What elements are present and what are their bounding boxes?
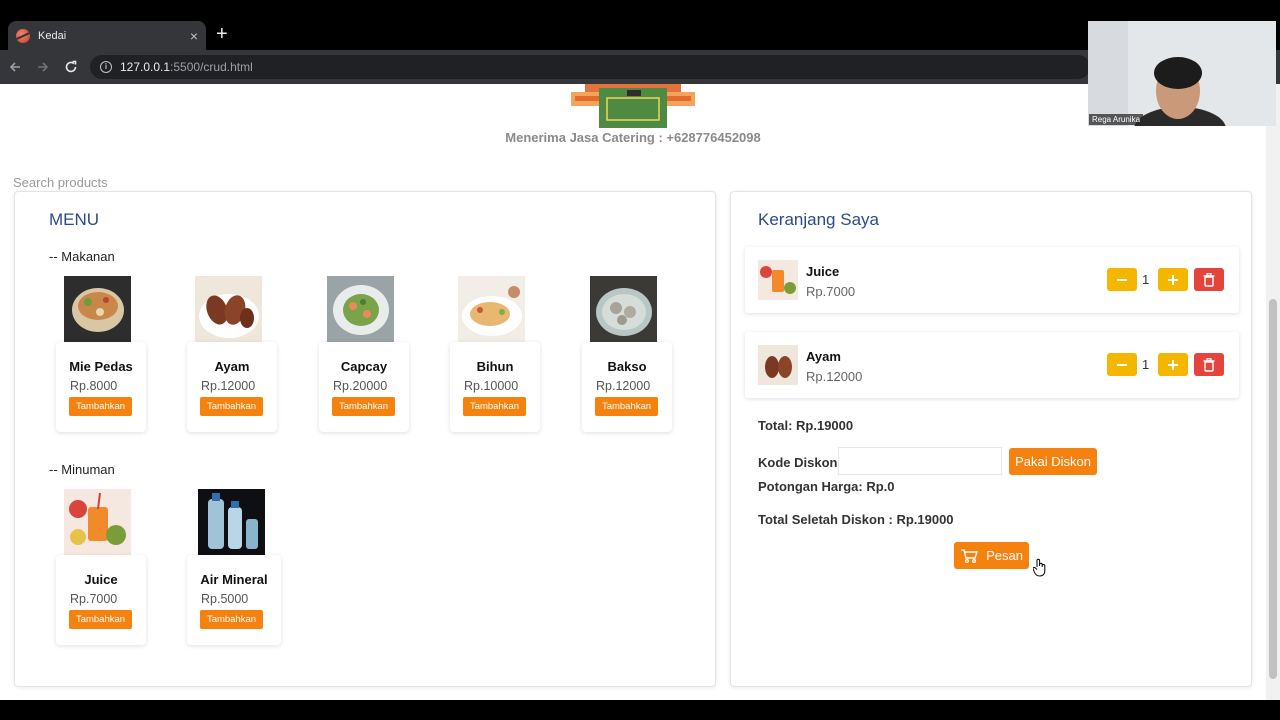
cart-item-qty: 1: [1142, 357, 1150, 372]
forward-icon[interactable]: [30, 54, 56, 80]
product-price: Rp.20000: [333, 379, 388, 393]
bakso-image: [590, 276, 657, 342]
url-host: 127.0.0.1: [120, 60, 171, 74]
product-price: Rp.12000: [201, 379, 256, 393]
juice-image: [64, 489, 131, 555]
mie-pedas-image: [64, 276, 131, 342]
product-name: Ayam: [214, 359, 250, 374]
menu-title: MENU: [49, 210, 100, 229]
plus-icon: [1168, 274, 1178, 285]
total-after-discount: Total Seletah Diskon : Rp.19000: [758, 512, 954, 527]
product-name: Juice: [84, 572, 118, 587]
remove-item-button[interactable]: [1194, 268, 1224, 291]
product-price: Rp.8000: [70, 379, 118, 393]
trash-icon: [1203, 357, 1215, 372]
cart-item-price: Rp.12000: [806, 369, 863, 384]
add-button-juice[interactable]: Tambahkan: [69, 610, 132, 629]
product-card-body: Air Mineral Rp.5000 Tambahkan: [187, 555, 281, 645]
minus-icon: [1117, 278, 1127, 281]
catering-info: Menerima Jasa Catering : +628776452098: [505, 130, 761, 145]
browser-tab[interactable]: Kedai ×: [8, 21, 206, 50]
hand-cursor-icon: [1033, 558, 1046, 577]
product-card-body: Bihun Rp.10000 Tambahkan: [450, 342, 540, 432]
product-name: Bihun: [476, 359, 514, 374]
increase-qty-button[interactable]: [1158, 353, 1188, 376]
order-button[interactable]: Pesan: [954, 542, 1029, 569]
product-price: Rp.12000: [596, 379, 651, 393]
favicon-icon: [16, 28, 30, 43]
add-button-capcay[interactable]: Tambahkan: [332, 397, 395, 416]
product-name: Air Mineral: [200, 572, 268, 587]
plus-icon: [1168, 359, 1178, 370]
trash-icon: [1203, 272, 1215, 287]
product-card-body: Ayam Rp.12000 Tambahkan: [187, 342, 277, 432]
search-input[interactable]: [13, 173, 313, 191]
section-label-makanan: -- Makanan: [49, 249, 115, 264]
increase-qty-button[interactable]: [1158, 268, 1188, 291]
air-mineral-image: [198, 489, 265, 555]
remove-item-button[interactable]: [1194, 353, 1224, 376]
ayam-thumb-image: [758, 345, 798, 385]
product-card-body: Bakso Rp.12000 Tambahkan: [582, 342, 672, 432]
back-icon[interactable]: [2, 54, 28, 80]
cart-total: Total: Rp.19000: [758, 418, 854, 433]
order-button-label: Pesan: [986, 548, 1023, 563]
product-card-body: Mie Pedas Rp.8000 Tambahkan: [56, 342, 146, 432]
product-name: Bakso: [607, 359, 647, 374]
add-button-mie-pedas[interactable]: Tambahkan: [69, 397, 132, 416]
site-info-icon[interactable]: i: [100, 61, 112, 73]
webcam-name-label: Rega Arunika: [1089, 114, 1144, 125]
product-card-body: Capcay Rp.20000 Tambahkan: [319, 342, 409, 432]
decrease-qty-button[interactable]: [1107, 353, 1137, 376]
cart-item-name: Ayam: [806, 349, 841, 364]
add-button-ayam[interactable]: Tambahkan: [200, 397, 263, 416]
page-scrollbar[interactable]: [1266, 84, 1280, 700]
section-label-minuman: -- Minuman: [49, 462, 115, 477]
address-bar[interactable]: i 127.0.0.1 :5500/crud.html: [90, 55, 1090, 79]
add-button-air-mineral[interactable]: Tambahkan: [200, 610, 263, 629]
discount-code-input[interactable]: [838, 447, 1002, 475]
ayam-image: [195, 276, 262, 342]
cart-item-juice: Juice Rp.7000 1: [745, 247, 1239, 313]
minus-icon: [1117, 363, 1127, 366]
tab-close-icon[interactable]: ×: [190, 29, 198, 43]
cart-icon: [961, 548, 979, 563]
cart-item-price: Rp.7000: [806, 284, 856, 299]
product-name: Capcay: [340, 359, 388, 374]
person-video-image: [1088, 21, 1276, 126]
tab-title: Kedai: [38, 29, 67, 42]
cart-item-name: Juice: [806, 264, 840, 279]
product-price: Rp.10000: [464, 379, 519, 393]
webcam-overlay: Rega Arunika: [1088, 21, 1276, 126]
screen-bottom-bar: [0, 700, 1280, 720]
shop-logo: [571, 84, 695, 128]
cart-panel: Keranjang Saya Juice Rp.7000 1 Ayam Rp.1…: [730, 191, 1252, 687]
new-tab-icon[interactable]: +: [216, 24, 228, 44]
url-path: :5500/crud.html: [170, 60, 253, 74]
product-card-body: Juice Rp.7000 Tambahkan: [56, 555, 146, 645]
menu-panel: MENU -- Makanan Mie Pedas Rp.8000 Tambah…: [14, 191, 716, 687]
product-price: Rp.5000: [201, 592, 249, 606]
product-price: Rp.7000: [70, 592, 118, 606]
discount-amount: Potongan Harga: Rp.0: [758, 479, 895, 494]
discount-label: Kode Diskon:: [758, 455, 842, 470]
decrease-qty-button[interactable]: [1107, 268, 1137, 291]
page-viewport: Menerima Jasa Catering : +628776452098 M…: [0, 84, 1280, 700]
cart-item-ayam: Ayam Rp.12000 1: [745, 332, 1239, 398]
apply-discount-button[interactable]: Pakai Diskon: [1009, 448, 1097, 475]
reload-icon[interactable]: [58, 54, 84, 80]
scroll-thumb[interactable]: [1269, 299, 1277, 679]
add-button-bihun[interactable]: Tambahkan: [463, 397, 526, 416]
add-button-bakso[interactable]: Tambahkan: [595, 397, 658, 416]
cart-title: Keranjang Saya: [758, 210, 879, 229]
cart-item-qty: 1: [1142, 272, 1150, 287]
product-name: Mie Pedas: [69, 359, 133, 374]
bihun-image: [458, 276, 525, 342]
juice-thumb-image: [758, 260, 798, 300]
capcay-image: [327, 276, 394, 342]
